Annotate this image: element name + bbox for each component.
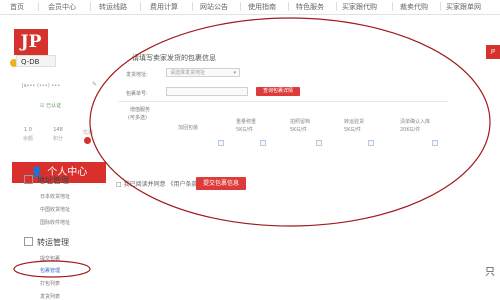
service-options: 增值服务 (可多选) 加固包装 重量称重 5KG/件 拍照留档 5KG/件 转运… <box>118 101 448 166</box>
nav-item-special[interactable]: 特色服务 <box>296 2 324 12</box>
nav-divider <box>336 2 337 11</box>
stat-label: 积分 <box>52 136 63 142</box>
account-stats: 1 0 余额 148 积分 优惠 <box>14 127 104 147</box>
service-title: 清单确认入库 <box>400 119 431 125</box>
nav-divider <box>288 2 289 11</box>
section-forwarding[interactable]: 转运管理 <box>24 237 69 248</box>
query-parcel-button[interactable]: 查询包裹详情 <box>256 87 300 96</box>
service-title: 重量称重 <box>236 119 257 125</box>
nav-item-member[interactable]: 会员中心 <box>48 2 76 12</box>
nav-divider <box>440 2 441 11</box>
service-checkbox[interactable] <box>368 140 374 146</box>
nav-divider <box>90 2 91 11</box>
nav-item-routes[interactable]: 转运线路 <box>99 2 127 12</box>
service-price: 5KG/件 <box>344 127 362 133</box>
nav-item-home[interactable]: 首页 <box>10 2 24 12</box>
service-title: 拍照留档 <box>290 119 311 125</box>
stat-points[interactable]: 148 积分 <box>44 127 72 142</box>
submit-parcel-button[interactable]: 提交包裹信息 <box>196 177 246 190</box>
sidebar-link-intl-address[interactable]: 国际收件地址 <box>40 219 70 226</box>
forwarding-icon <box>24 237 33 246</box>
service-checkbox[interactable] <box>260 140 266 146</box>
service-note: (可多选) <box>128 115 147 121</box>
edit-icon[interactable]: ✎ <box>92 81 97 88</box>
verified-label: 已认证 <box>46 103 62 109</box>
service-title: 转运验货 <box>344 119 365 125</box>
service-price: 20KG/件 <box>400 127 421 133</box>
service-title: 加固包装 <box>178 125 199 131</box>
nav-item-notice[interactable]: 网站公告 <box>200 2 228 12</box>
nav-divider <box>240 2 241 11</box>
sidebar-link-submit-parcel[interactable]: 提交包裹 <box>40 255 60 262</box>
nav-item-guide[interactable]: 使用指南 <box>248 2 276 12</box>
tracking-number-label: 包裹单号: <box>126 91 148 97</box>
watermark: 只 <box>485 267 496 278</box>
shipping-address-label: 发货地址: <box>126 72 148 78</box>
service-price: 5KG/件 <box>290 127 308 133</box>
stat-label: 优惠 <box>82 130 93 136</box>
section-title: 地址管理 <box>37 176 69 185</box>
stat-value: 1 0 <box>24 127 32 133</box>
address-icon <box>24 175 33 184</box>
sidebar-link-jp-address[interactable]: 日本收货地址 <box>40 193 70 200</box>
main-content: 请填写卖家发货的包裹信息 发货地址: 请选择发货地址 ▾ 包裹单号: 查询包裹详… <box>108 15 500 300</box>
nav-divider <box>192 2 193 11</box>
nav-divider <box>140 2 141 11</box>
sidebar-link-pack-list[interactable]: 打包列表 <box>40 280 60 287</box>
nav-item-fees[interactable]: 费用计算 <box>150 2 178 12</box>
service-checkbox[interactable] <box>432 140 438 146</box>
select-value: 请选择发货地址 <box>170 70 206 76</box>
tracking-number-input[interactable] <box>166 87 248 96</box>
nav-divider <box>38 2 39 11</box>
sidebar: JP Q-DB Ja••• (•••) ••• ✎ ☑ 已认证 1 0 余额 1… <box>0 15 108 300</box>
service-label: 增值服务 <box>130 107 151 113</box>
shipping-address-select[interactable]: 请选择发货地址 ▾ <box>166 68 240 77</box>
logo: JP Q-DB <box>10 29 56 67</box>
nav-item-tracking[interactable]: 买家跟单网 <box>446 2 481 12</box>
verified-badge: ☑ 已认证 <box>40 103 62 109</box>
section-title: 转运管理 <box>37 238 69 247</box>
notification-dot <box>84 137 91 144</box>
user-name: Ja••• (•••) ••• <box>22 83 61 89</box>
stat-label: 余额 <box>22 136 33 142</box>
nav-divider <box>392 2 393 11</box>
stat-balance[interactable]: 1 0 余额 <box>14 127 42 142</box>
nav-item-proxy[interactable]: 裁卖代购 <box>400 2 428 12</box>
sidebar-link-parcel-manage[interactable]: 包裹管理 <box>40 267 60 274</box>
service-checkbox[interactable] <box>218 140 224 146</box>
logo-badge: Q-DB <box>16 55 56 67</box>
chevron-down-icon: ▾ <box>233 70 236 76</box>
stat-coupon[interactable]: 优惠 <box>74 127 102 136</box>
logo-mark: JP <box>14 29 48 55</box>
sidebar-link-ship-list[interactable]: 发货列表 <box>40 293 60 300</box>
sidebar-link-cn-address[interactable]: 中国收货地址 <box>40 206 70 213</box>
section-address[interactable]: 地址管理 <box>24 175 69 186</box>
right-side-badge[interactable]: JP <box>486 45 500 59</box>
service-price: 5KG/件 <box>236 127 254 133</box>
top-nav: 首页 会员中心 转运线路 费用计算 网站公告 使用指南 特色服务 买家跟代购 裁… <box>0 0 500 15</box>
stat-value: 148 <box>53 127 63 133</box>
nav-item-agent[interactable]: 买家跟代购 <box>342 2 377 12</box>
service-checkbox[interactable] <box>316 140 322 146</box>
panel-title: 请填写卖家发货的包裹信息 <box>132 54 216 62</box>
terms-agreement[interactable]: □ 我已阅读并同意 《用户条款》 <box>116 179 203 188</box>
